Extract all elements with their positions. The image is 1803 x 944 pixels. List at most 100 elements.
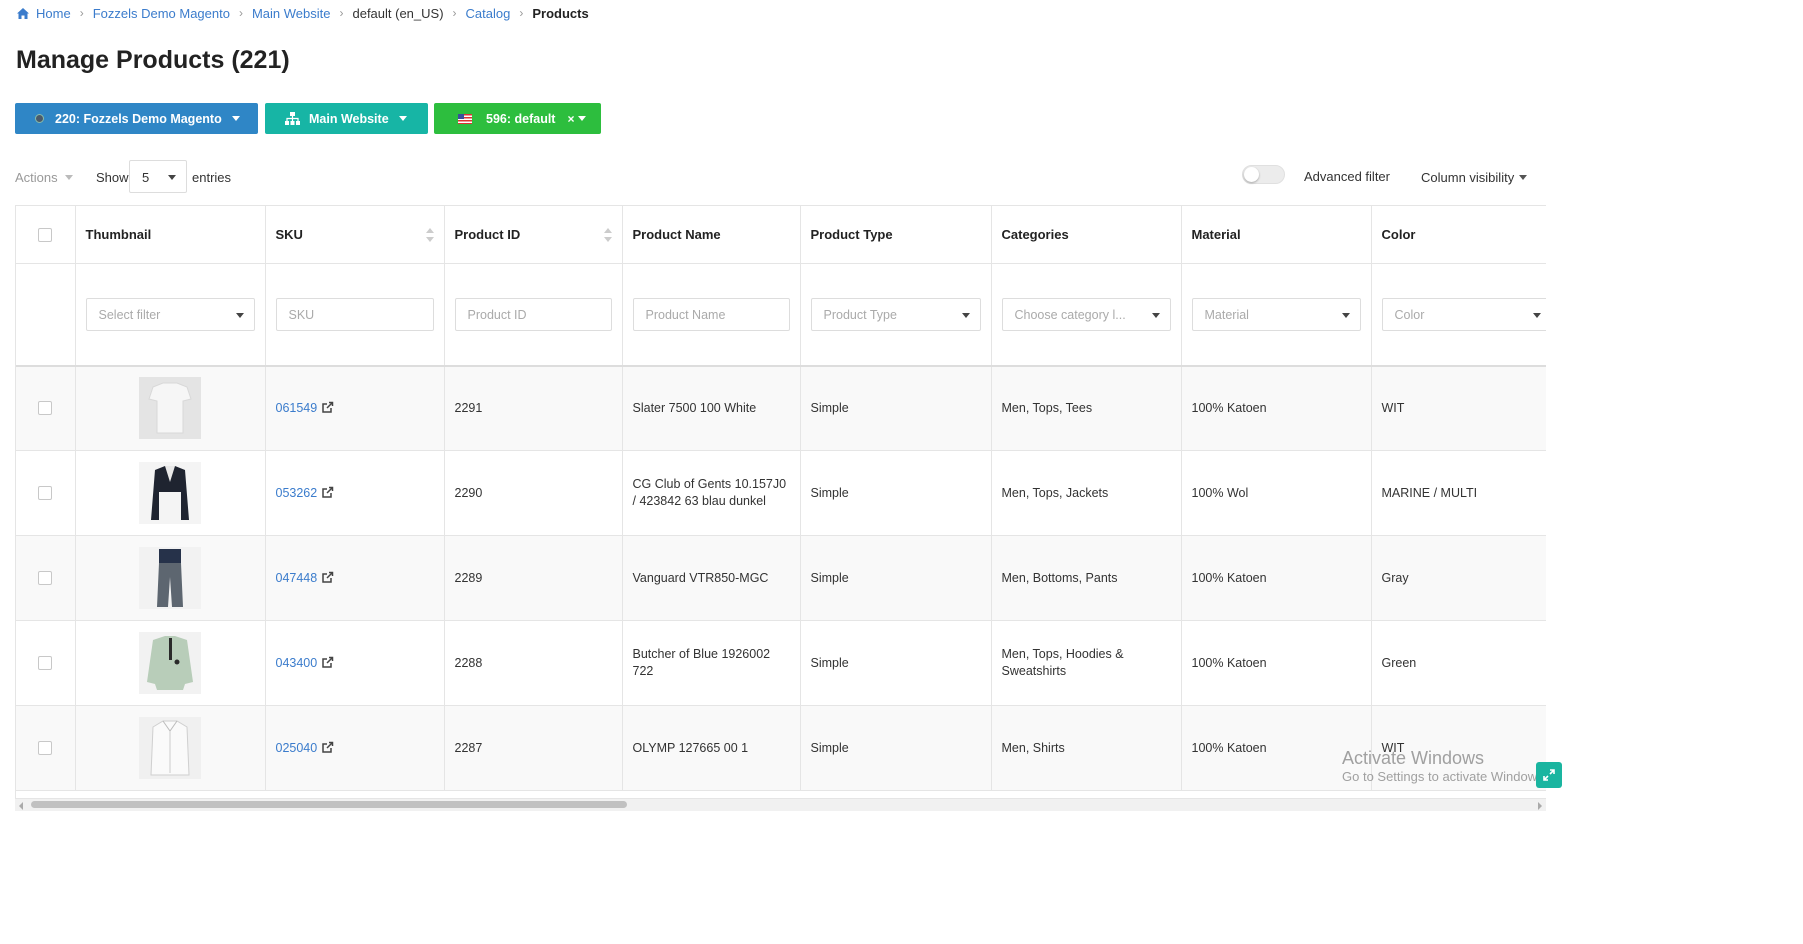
toggle-knob bbox=[1244, 167, 1259, 182]
row-select-cell bbox=[16, 450, 76, 536]
external-link-icon[interactable] bbox=[321, 401, 334, 414]
column-visibility-button[interactable]: Column visibility bbox=[1421, 170, 1528, 185]
filter-cell-color: Color bbox=[1371, 263, 1546, 367]
material-filter-placeholder: Material bbox=[1204, 307, 1249, 322]
products-table: Thumbnail SKU Product ID Product Name Pr… bbox=[16, 205, 1546, 791]
table-row[interactable]: 061549 2291 Slater 7500 100 White Simple… bbox=[16, 365, 1546, 451]
color-cell: Green bbox=[1371, 620, 1546, 706]
products-table-container: Thumbnail SKU Product ID Product Name Pr… bbox=[15, 205, 1546, 798]
external-link-icon[interactable] bbox=[321, 741, 334, 754]
sku-cell: 043400 bbox=[265, 620, 445, 706]
scrollbar-thumb[interactable] bbox=[31, 801, 627, 808]
sku-link[interactable]: 061549 bbox=[276, 401, 318, 415]
column-header-product-id-label: Product ID bbox=[454, 227, 521, 242]
thumbnail-filter-select[interactable]: Select filter bbox=[85, 297, 255, 331]
product-thumbnail[interactable] bbox=[139, 717, 201, 779]
breadcrumb-home[interactable]: Home bbox=[36, 6, 71, 21]
activate-windows-subtitle: Go to Settings to activate Windows. bbox=[1342, 769, 1538, 784]
store-icon bbox=[35, 114, 44, 123]
product-thumbnail[interactable] bbox=[139, 547, 201, 609]
table-row[interactable]: 047448 2289 Vanguard VTR850-MGC Simple M… bbox=[16, 535, 1546, 621]
product-type-cell: Simple bbox=[800, 450, 992, 536]
thumbnail-cell bbox=[75, 535, 266, 621]
categories-cell: Men, Tops, Hoodies & Sweatshirts bbox=[991, 620, 1182, 706]
product-thumbnail[interactable] bbox=[139, 632, 201, 694]
table-row[interactable]: 053262 2290 CG Club of Gents 10.157J0 / … bbox=[16, 450, 1546, 536]
row-checkbox[interactable] bbox=[38, 571, 53, 585]
sort-icon[interactable] bbox=[425, 228, 434, 242]
breadcrumb-separator: › bbox=[79, 6, 84, 20]
product-id-cell: 2289 bbox=[444, 535, 623, 621]
color-filter-placeholder: Color bbox=[1394, 307, 1425, 322]
row-checkbox[interactable] bbox=[38, 741, 53, 755]
product-thumbnail[interactable] bbox=[139, 462, 201, 524]
sku-cell: 053262 bbox=[265, 450, 445, 536]
home-icon[interactable] bbox=[16, 7, 30, 20]
breadcrumb-website[interactable]: Main Website bbox=[252, 6, 331, 21]
product-type-filter-placeholder: Product Type bbox=[823, 307, 897, 322]
external-link-icon[interactable] bbox=[321, 571, 334, 584]
chevron-down-icon bbox=[398, 116, 407, 121]
advanced-filter-toggle[interactable] bbox=[1242, 165, 1285, 184]
external-link-icon[interactable] bbox=[321, 486, 334, 499]
expand-button[interactable] bbox=[1536, 762, 1562, 788]
sku-link[interactable]: 025040 bbox=[276, 741, 318, 755]
categories-cell: Men, Bottoms, Pants bbox=[991, 535, 1182, 621]
scroll-left-icon[interactable] bbox=[19, 802, 23, 810]
row-select-cell bbox=[16, 705, 76, 791]
product-type-cell: Simple bbox=[800, 365, 992, 451]
product-name-filter-input[interactable]: Product Name bbox=[632, 297, 790, 331]
material-filter-select[interactable]: Material bbox=[1191, 297, 1361, 331]
table-row[interactable]: 025040 2287 OLYMP 127665 00 1 Simple Men… bbox=[16, 705, 1546, 791]
us-flag-icon bbox=[458, 113, 472, 124]
color-filter-select[interactable]: Color bbox=[1381, 297, 1546, 331]
row-checkbox[interactable] bbox=[38, 656, 53, 670]
filter-cell-thumbnail: Select filter bbox=[75, 263, 266, 367]
thumbnail-cell bbox=[75, 365, 266, 451]
store-selector-label: 220: Fozzels Demo Magento bbox=[55, 111, 222, 126]
sku-cell: 025040 bbox=[265, 705, 445, 791]
sku-link[interactable]: 053262 bbox=[276, 486, 318, 500]
breadcrumb-view: default (en_US) bbox=[352, 5, 444, 21]
sku-filter-input[interactable]: SKU bbox=[275, 297, 434, 331]
table-row[interactable]: 043400 2288 Butcher of Blue 1926002 722 … bbox=[16, 620, 1546, 706]
clear-view-icon[interactable]: × bbox=[567, 112, 574, 126]
product-type-filter-select[interactable]: Product Type bbox=[810, 297, 981, 331]
column-header-product-name: Product Name bbox=[622, 205, 801, 264]
categories-filter-select[interactable]: Choose category l... bbox=[1001, 297, 1171, 331]
scroll-right-icon[interactable] bbox=[1538, 802, 1542, 810]
column-header-product-id[interactable]: Product ID bbox=[444, 205, 623, 264]
advanced-filter-label[interactable]: Advanced filter bbox=[1304, 169, 1390, 184]
store-selector-button[interactable]: 220: Fozzels Demo Magento bbox=[15, 103, 258, 134]
row-checkbox[interactable] bbox=[38, 486, 53, 500]
material-cell: 100% Katoen bbox=[1181, 620, 1372, 706]
row-select-cell bbox=[16, 620, 76, 706]
product-id-cell: 2287 bbox=[444, 705, 623, 791]
product-id-cell: 2291 bbox=[444, 365, 623, 451]
categories-cell: Men, Tops, Tees bbox=[991, 365, 1182, 451]
entries-value: 5 bbox=[142, 170, 150, 185]
column-header-categories: Categories bbox=[991, 205, 1182, 264]
store-view-selector-button[interactable]: 596: default × bbox=[434, 103, 601, 134]
horizontal-scrollbar[interactable] bbox=[15, 798, 1546, 811]
breadcrumb-current: Products bbox=[532, 5, 589, 21]
filter-cell-material: Material bbox=[1181, 263, 1372, 367]
select-all-checkbox[interactable] bbox=[38, 227, 53, 242]
entries-per-page-select[interactable]: 5 bbox=[129, 160, 187, 193]
sort-icon[interactable] bbox=[603, 228, 612, 242]
filter-cell-product-id: Product ID bbox=[444, 263, 623, 367]
product-id-filter-input[interactable]: Product ID bbox=[454, 297, 612, 331]
sku-link[interactable]: 043400 bbox=[276, 656, 318, 670]
column-header-color: Color bbox=[1371, 205, 1546, 264]
filter-cell-sku: SKU bbox=[265, 263, 445, 367]
row-checkbox[interactable] bbox=[38, 401, 53, 416]
product-thumbnail[interactable] bbox=[139, 377, 201, 440]
actions-dropdown[interactable]: Actions bbox=[15, 170, 73, 185]
breadcrumb-catalog[interactable]: Catalog bbox=[466, 6, 511, 21]
sku-link[interactable]: 047448 bbox=[276, 571, 318, 585]
breadcrumb-separator: › bbox=[519, 6, 524, 20]
website-selector-button[interactable]: Main Website bbox=[265, 103, 428, 134]
breadcrumb-store[interactable]: Fozzels Demo Magento bbox=[93, 6, 230, 21]
external-link-icon[interactable] bbox=[321, 656, 334, 669]
column-header-sku[interactable]: SKU bbox=[265, 205, 445, 264]
